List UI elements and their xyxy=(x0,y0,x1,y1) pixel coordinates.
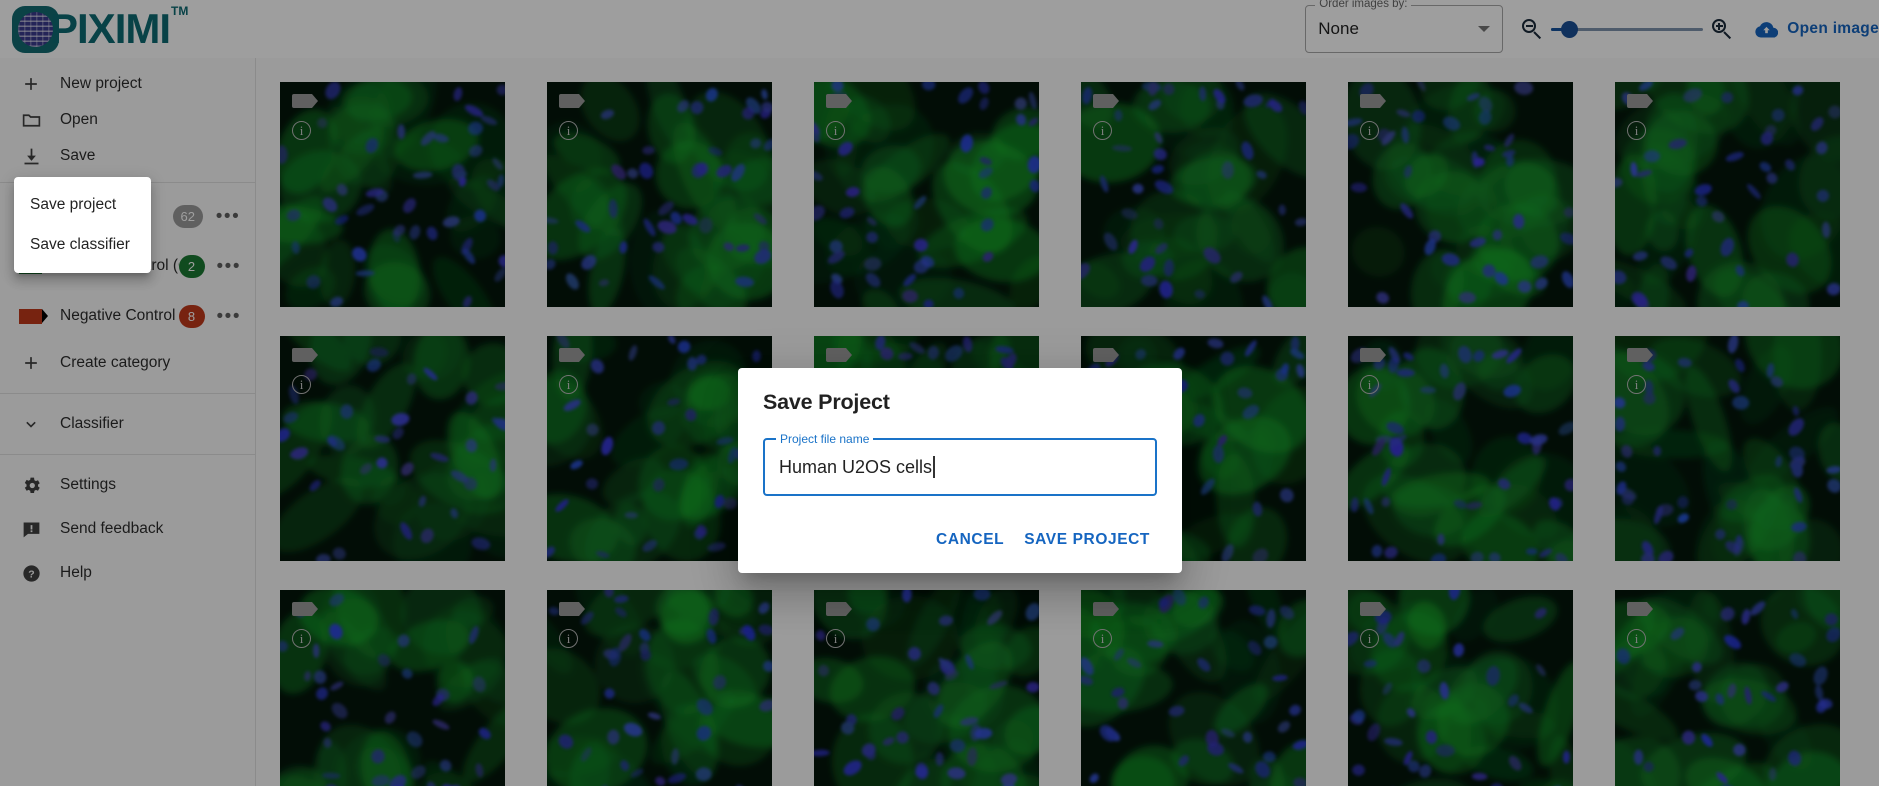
dialog-title: Save Project xyxy=(763,390,890,414)
app-root: PIXIMI TM Order images by: None Open ima… xyxy=(0,0,1879,786)
project-file-name-field[interactable]: Project file name Human U2OS cells xyxy=(763,432,1157,496)
project-file-name-label: Project file name xyxy=(776,432,874,446)
save-dropdown-menu: Save project Save classifier xyxy=(14,177,151,273)
dialog-actions: CANCEL SAVE PROJECT xyxy=(926,523,1160,557)
cancel-button[interactable]: CANCEL xyxy=(926,523,1014,557)
menu-item-save-classifier[interactable]: Save classifier xyxy=(14,225,151,265)
project-file-name-input[interactable]: Human U2OS cells xyxy=(779,457,932,478)
text-caret xyxy=(933,456,935,478)
save-project-button[interactable]: SAVE PROJECT xyxy=(1014,523,1160,557)
menu-item-save-project[interactable]: Save project xyxy=(14,185,151,225)
save-project-dialog: Save Project Project file name Human U2O… xyxy=(738,368,1182,573)
